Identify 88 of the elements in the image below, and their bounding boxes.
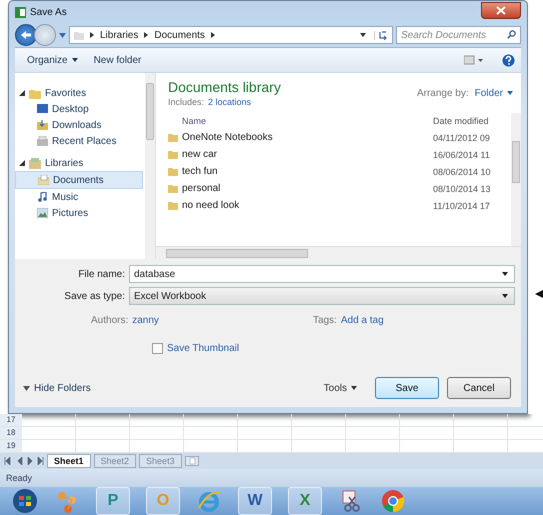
cancel-button[interactable]: Cancel bbox=[447, 377, 511, 400]
file-date: 08/10/2014 13 bbox=[433, 184, 492, 194]
column-header[interactable]: Date modified bbox=[433, 116, 511, 126]
back-button[interactable] bbox=[15, 24, 37, 46]
star-folder-icon bbox=[29, 88, 41, 98]
breadcrumb-arrow-icon[interactable] bbox=[144, 32, 148, 38]
horizontal-scrollbar[interactable] bbox=[156, 246, 521, 259]
scrollbar[interactable] bbox=[511, 113, 521, 246]
file-name[interactable]: personal bbox=[182, 183, 429, 194]
file-name[interactable]: OneNote Notebooks bbox=[182, 132, 429, 143]
recent-places-icon bbox=[37, 136, 48, 146]
breadcrumb-item[interactable]: Documents bbox=[154, 30, 205, 40]
tags-label: Tags: bbox=[312, 314, 337, 326]
includes-label: Includes: bbox=[168, 97, 204, 107]
documents-icon bbox=[38, 175, 49, 185]
download-folder-icon bbox=[37, 120, 48, 130]
locations-link[interactable]: 2 locations bbox=[208, 97, 252, 107]
breadcrumb-arrow-icon[interactable] bbox=[210, 32, 215, 38]
view-options-icon[interactable] bbox=[464, 55, 484, 65]
file-date: 04/11/2012 09 bbox=[433, 132, 491, 142]
file-date: 11/10/2014 17 bbox=[433, 200, 491, 210]
caret-icon bbox=[351, 386, 357, 390]
folder-icon bbox=[74, 30, 84, 40]
hide-folders-button[interactable]: Hide Folders bbox=[23, 382, 91, 394]
dropdown-arrow-icon bbox=[502, 272, 508, 276]
nav-item[interactable]: Libraries bbox=[45, 158, 84, 168]
file-type-dropdown[interactable]: Excel Workbook bbox=[129, 287, 515, 305]
pointer-arrow-icon bbox=[535, 290, 543, 298]
save-button[interactable]: Save bbox=[375, 377, 439, 400]
nav-item[interactable]: Downloads bbox=[15, 117, 145, 133]
caret-icon bbox=[507, 90, 513, 95]
library-icon bbox=[29, 158, 41, 168]
caret-icon bbox=[72, 58, 78, 62]
row-number: 18 bbox=[0, 427, 22, 440]
search-field[interactable]: Search Documents bbox=[396, 26, 521, 44]
pictures-icon bbox=[37, 208, 48, 218]
browser-circle-icon[interactable] bbox=[380, 488, 406, 514]
nav-item[interactable]: Pictures bbox=[15, 205, 145, 221]
collapse-arrow-icon bbox=[23, 386, 30, 391]
add-tag-link[interactable]: Add a tag bbox=[340, 314, 384, 326]
sheet-navigation-icon[interactable] bbox=[4, 457, 44, 466]
authors-value[interactable]: zanny bbox=[132, 314, 159, 326]
dropdown-arrow-icon bbox=[502, 294, 508, 298]
file-name[interactable]: no need look bbox=[182, 200, 429, 211]
arrange-by-label: Arrange by: bbox=[416, 88, 469, 98]
help-icon[interactable] bbox=[502, 54, 515, 66]
breadcrumb-arrow-icon[interactable] bbox=[90, 32, 94, 38]
nav-item[interactable]: Documents bbox=[15, 171, 143, 189]
window-title: Save As bbox=[30, 6, 67, 18]
dropdown-arrow-icon[interactable] bbox=[360, 33, 366, 37]
address-bar[interactable]: Libraries Documents bbox=[69, 26, 393, 44]
close-icon bbox=[496, 6, 506, 14]
desktop-icon bbox=[37, 104, 48, 114]
nav-item[interactable]: Favorites bbox=[45, 88, 86, 98]
app-taskbar-button[interactable]: W bbox=[238, 487, 272, 515]
library-title: Documents library bbox=[168, 79, 281, 95]
music-note-icon bbox=[37, 192, 48, 202]
scrollbar[interactable] bbox=[145, 73, 155, 259]
start-button[interactable] bbox=[12, 488, 38, 514]
file-name[interactable]: tech fun bbox=[182, 166, 429, 177]
organize-button[interactable]: Organize bbox=[21, 52, 84, 68]
tools-button[interactable]: Tools bbox=[318, 382, 363, 395]
row-number: 19 bbox=[0, 440, 22, 452]
expand-arrow-icon[interactable] bbox=[19, 90, 25, 96]
sheet-tab[interactable]: Sheet1 bbox=[47, 454, 91, 468]
expand-arrow-icon[interactable] bbox=[19, 160, 25, 166]
spreadsheet-icon bbox=[15, 6, 26, 18]
arrange-by-dropdown[interactable]: Folder bbox=[474, 88, 513, 98]
file-date: 16/06/2014 11 bbox=[433, 150, 491, 160]
row-number: 17 bbox=[0, 414, 22, 426]
save-as-type-label: Save as type: bbox=[63, 290, 125, 302]
file-name-field[interactable]: database bbox=[129, 265, 515, 283]
close-button[interactable] bbox=[481, 2, 521, 18]
breadcrumb-item[interactable]: Libraries bbox=[100, 30, 138, 40]
refresh-icon[interactable] bbox=[374, 30, 388, 40]
file-date: 08/06/2014 10 bbox=[433, 166, 492, 176]
column-header[interactable]: Name bbox=[182, 116, 433, 126]
file-name[interactable]: new car bbox=[182, 149, 429, 160]
save-thumbnail-checkbox[interactable]: Save Thumbnail bbox=[152, 342, 240, 354]
authors-label: Authors: bbox=[91, 314, 128, 326]
nav-item[interactable]: Desktop bbox=[15, 101, 145, 117]
nav-item[interactable]: Music bbox=[15, 189, 145, 205]
status-text: Ready bbox=[6, 473, 32, 484]
back-arrow-icon bbox=[20, 30, 32, 40]
nav-item[interactable]: Recent Places bbox=[15, 133, 145, 149]
new-folder-button[interactable]: New folder bbox=[88, 52, 148, 68]
search-icon bbox=[507, 30, 516, 39]
file-name-label: File name: bbox=[77, 268, 125, 280]
